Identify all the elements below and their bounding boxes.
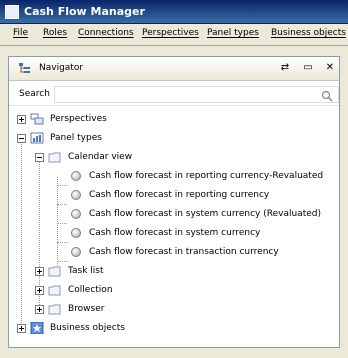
search-input[interactable] — [54, 86, 339, 103]
search-label: Search — [19, 89, 50, 99]
tree-label: Task list — [68, 266, 104, 276]
folder-icon — [48, 152, 61, 163]
navigator-title: Navigator — [39, 63, 84, 73]
folder-icon — [48, 285, 61, 296]
circle-icon — [71, 171, 81, 181]
tree-item-calendar-view-item[interactable]: Cash flow forecast in reporting currency… — [71, 167, 323, 185]
tree-item-task-list[interactable]: Task list — [35, 262, 104, 280]
tree-label: Cash flow forecast in system currency — [89, 228, 261, 238]
tree-label: Panel types — [50, 133, 102, 143]
collapse-icon[interactable] — [35, 152, 44, 162]
expand-icon[interactable] — [35, 285, 44, 295]
tree-item-calendar-view-item[interactable]: Cash flow forecast in transaction curren… — [71, 243, 279, 261]
collapse-icon[interactable] — [17, 133, 26, 143]
tree-item-collection[interactable]: Collection — [35, 281, 113, 299]
expand-icon[interactable] — [35, 266, 44, 276]
tree-item-panel-types[interactable]: Panel types — [17, 129, 102, 147]
tree-label: Perspectives — [50, 114, 107, 124]
window-titlebar: Cash Flow Manager — [0, 0, 348, 24]
folder-icon — [48, 266, 61, 277]
panel-types-icon — [30, 132, 44, 144]
menu-roles[interactable]: Roles — [43, 28, 67, 38]
tree-guide — [57, 204, 67, 205]
tree-label: Business objects — [50, 323, 125, 333]
tree-label: Cash flow forecast in transaction curren… — [89, 247, 279, 257]
menu-perspectives[interactable]: Perspectives — [142, 28, 199, 38]
tree-label: Cash flow forecast in reporting currency… — [89, 171, 324, 181]
expand-icon[interactable] — [17, 323, 26, 333]
circle-icon — [71, 247, 81, 257]
circle-icon — [71, 228, 81, 238]
close-icon[interactable]: ✕ — [324, 62, 336, 74]
tree-item-perspectives[interactable]: Perspectives — [17, 110, 107, 128]
tree-item-calendar-view-item[interactable]: Cash flow forecast in reporting currency — [71, 186, 269, 204]
tree-item-calendar-view[interactable]: Calendar view — [35, 148, 132, 166]
tree-guide — [57, 223, 67, 224]
tree-label: Collection — [68, 285, 113, 295]
tree-label: Browser — [68, 304, 105, 314]
tree-label: Cash flow forecast in system currency (R… — [89, 209, 321, 219]
folder-icon — [48, 304, 61, 315]
perspectives-icon — [30, 113, 44, 125]
tree-guide — [57, 242, 67, 243]
menu-file[interactable]: File — [13, 28, 28, 38]
expand-icon[interactable] — [17, 114, 26, 124]
tree-guide — [21, 139, 22, 329]
navigator-header: Navigator ⇄ ▭ ✕ — [9, 57, 339, 81]
search-icon[interactable] — [321, 90, 333, 102]
minimize-icon[interactable]: ▭ — [302, 62, 314, 74]
tree-guide — [57, 177, 58, 266]
tree-item-browser[interactable]: Browser — [35, 300, 104, 318]
expand-icon[interactable] — [35, 304, 44, 314]
app-icon — [5, 5, 19, 19]
navigator-panel: Navigator ⇄ ▭ ✕ Search Perspectives Pane… — [8, 56, 340, 348]
window-title: Cash Flow Manager — [24, 5, 145, 18]
tree-item-calendar-view-item[interactable]: Cash flow forecast in system currency — [71, 224, 260, 242]
menu-connections[interactable]: Connections — [78, 28, 134, 38]
menu-bar: File Roles Connections Perspectives Pane… — [0, 24, 348, 46]
sync-icon[interactable]: ⇄ — [279, 62, 291, 74]
tree-guide — [57, 185, 67, 186]
menu-business-objects[interactable]: Business objects — [271, 28, 346, 38]
search-row: Search — [9, 84, 339, 106]
circle-icon — [71, 209, 81, 219]
circle-icon — [71, 190, 81, 200]
tree-label: Calendar view — [68, 152, 133, 162]
tree-item-calendar-view-item[interactable]: Cash flow forecast in system currency (R… — [71, 205, 321, 223]
tree-item-business-objects[interactable]: Business objects — [17, 319, 125, 337]
tree-label: Cash flow forecast in reporting currency — [89, 190, 270, 200]
business-objects-icon — [30, 322, 44, 334]
navigator-tree: Perspectives Panel types Calendar view C — [9, 109, 339, 349]
menu-panel-types[interactable]: Panel types — [207, 28, 259, 38]
navigator-icon — [19, 63, 30, 73]
